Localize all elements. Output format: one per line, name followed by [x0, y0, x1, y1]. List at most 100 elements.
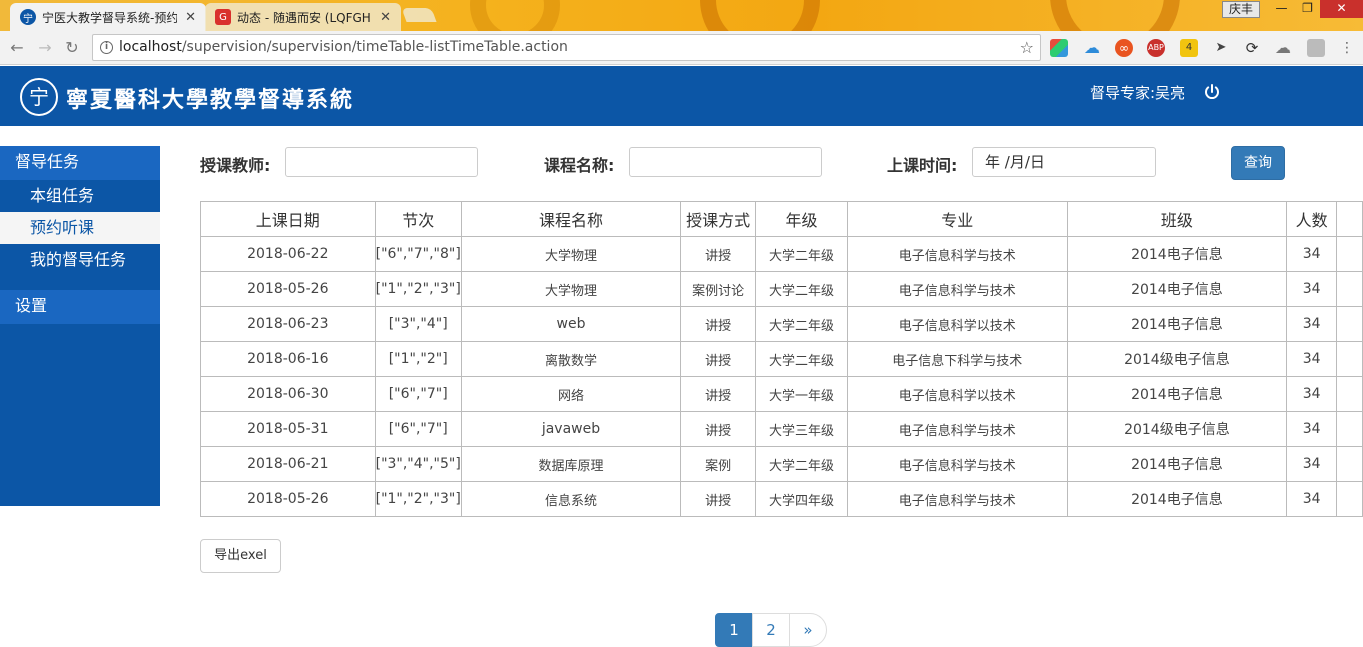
- header-action: [1336, 201, 1363, 237]
- cell-method: 讲授: [680, 376, 757, 412]
- cell-grade: 大学三年级: [755, 411, 848, 447]
- sidebar-group-supervision[interactable]: 督导任务: [0, 146, 160, 180]
- table-row[interactable]: 2018-06-23 ["3","4"] web 讲授 大学二年级 电子信息科学以技术 20…: [200, 306, 1363, 342]
- cell-period: ["3","4"]: [374, 306, 462, 342]
- cell-course: javaweb: [460, 411, 682, 447]
- cell-method: 案例: [680, 446, 757, 482]
- cell-date: 2018-06-23: [200, 306, 376, 342]
- teacher-input[interactable]: [285, 147, 478, 177]
- cell-class: 2014电子信息: [1066, 271, 1288, 307]
- cell-period: ["3","4","5"]: [374, 446, 462, 482]
- cell-action: [1336, 446, 1363, 482]
- cloud-extension-icon[interactable]: ☁: [1083, 39, 1101, 57]
- browser-toolbar: ← → ↻ i localhost/supervision/supervisio…: [0, 31, 1363, 65]
- adblock-icon[interactable]: ABP: [1147, 39, 1165, 57]
- cell-action: [1336, 411, 1363, 447]
- logout-power-icon[interactable]: [1204, 84, 1220, 100]
- table-row[interactable]: 2018-06-22 ["6","7","8"] 大学物理 讲授 大学二年级 电子信息科学…: [200, 236, 1363, 272]
- reload-icon[interactable]: ↻: [61, 37, 83, 59]
- cell-action: [1336, 271, 1363, 307]
- export-excel-button[interactable]: 导出exel: [200, 539, 281, 573]
- close-window-icon[interactable]: ✕: [1320, 0, 1363, 18]
- close-tab-icon[interactable]: ✕: [380, 10, 391, 25]
- header-major: 专业: [847, 201, 1068, 237]
- sidebar-item-group-tasks[interactable]: 本组任务: [0, 180, 160, 212]
- notes-extension-icon[interactable]: 4: [1180, 39, 1198, 57]
- browser-tab-strip: 宁 宁医大教学督导系统-预约 ✕ G 动态 - 随遇而安 (LQFGH ✕ 庆丰…: [0, 0, 1363, 31]
- menu-icon[interactable]: ⋮: [1338, 39, 1356, 57]
- new-tab-button[interactable]: [401, 8, 437, 22]
- address-bar[interactable]: i localhost/supervision/supervision/time…: [92, 34, 1041, 61]
- timetable-table: 上课日期 节次 课程名称 授课方式 年级 专业 班级 人数 2018-06-22…: [200, 201, 1363, 517]
- table-row[interactable]: 2018-06-21 ["3","4","5"] 数据库原理 案例 大学二年级 电子信息科…: [200, 446, 1363, 482]
- header-class: 班级: [1066, 201, 1288, 237]
- cell-count: 34: [1286, 481, 1338, 517]
- cell-major: 电子信息科学与技术: [847, 236, 1068, 272]
- cell-count: 34: [1286, 271, 1338, 307]
- header-grade: 年级: [755, 201, 848, 237]
- cell-date: 2018-05-26: [200, 271, 376, 307]
- table-row[interactable]: 2018-05-26 ["1","2","3"] 信息系统 讲授 大学四年级 电子信息科学…: [200, 481, 1363, 517]
- cursor-extension-icon[interactable]: ➤: [1212, 39, 1230, 57]
- next-page-button[interactable]: »: [789, 613, 827, 647]
- date-input[interactable]: 年 /月/日: [972, 147, 1156, 177]
- site-favicon-icon: 宁: [20, 9, 36, 25]
- restore-icon[interactable]: ❐: [1294, 0, 1321, 18]
- url-path: /supervision/supervision/timeTable-listT…: [181, 39, 568, 55]
- cell-method: 讲授: [680, 306, 757, 342]
- table-row[interactable]: 2018-06-16 ["1","2"] 离散数学 讲授 大学二年级 电子信息下科学与技术…: [200, 341, 1363, 377]
- browser-tab-1[interactable]: 宁 宁医大教学督导系统-预约 ✕: [10, 3, 206, 31]
- query-button[interactable]: 查询: [1231, 146, 1285, 180]
- refresh-extension-icon[interactable]: ⟳: [1243, 39, 1261, 57]
- minimize-icon[interactable]: —: [1268, 0, 1295, 18]
- sidebar-item-my-tasks[interactable]: 我的督导任务: [0, 244, 160, 276]
- decoration: [1050, 0, 1180, 31]
- app-title: 寧夏醫科大學教學督導系統: [66, 87, 355, 113]
- table-row[interactable]: 2018-05-31 ["6","7"] javaweb 讲授 大学三年级 电子信息科学与…: [200, 411, 1363, 447]
- cloud-icon[interactable]: ☁: [1274, 39, 1292, 57]
- cell-course: 大学物理: [460, 236, 682, 272]
- cell-period: ["1","2","3"]: [374, 271, 462, 307]
- close-tab-icon[interactable]: ✕: [185, 10, 196, 25]
- cell-major: 电子信息科学与技术: [847, 481, 1068, 517]
- course-input[interactable]: [629, 147, 822, 177]
- bookmark-star-icon[interactable]: ☆: [1020, 35, 1034, 60]
- forward-icon[interactable]: →: [34, 37, 56, 59]
- infinity-extension-icon[interactable]: ∞: [1115, 39, 1133, 57]
- cell-method: 讲授: [680, 341, 757, 377]
- cell-course: 数据库原理: [460, 446, 682, 482]
- cell-date: 2018-05-26: [200, 481, 376, 517]
- table-row[interactable]: 2018-06-30 ["6","7"] 网络 讲授 大学一年级 电子信息科学以技术 201…: [200, 376, 1363, 412]
- extension-icon[interactable]: [1307, 39, 1325, 57]
- cell-class: 2014级电子信息: [1066, 411, 1288, 447]
- cell-method: 讲授: [680, 411, 757, 447]
- sidebar: 督导任务 本组任务 预约听课 我的督导任务 设置: [0, 146, 160, 506]
- cell-class: 2014电子信息: [1066, 481, 1288, 517]
- header-count: 人数: [1286, 201, 1338, 237]
- info-icon[interactable]: i: [100, 41, 113, 54]
- cell-grade: 大学二年级: [755, 271, 848, 307]
- cell-grade: 大学二年级: [755, 306, 848, 342]
- header-date: 上课日期: [200, 201, 376, 237]
- sidebar-item-book-lecture[interactable]: 预约听课: [0, 212, 160, 244]
- table-row[interactable]: 2018-05-26 ["1","2","3"] 大学物理 案例讨论 大学二年级 电子信息…: [200, 271, 1363, 307]
- teacher-label: 授课教师:: [200, 156, 271, 175]
- extension-icon[interactable]: [1050, 39, 1068, 57]
- back-icon[interactable]: ←: [6, 37, 28, 59]
- cell-count: 34: [1286, 446, 1338, 482]
- cell-method: 讲授: [680, 236, 757, 272]
- browser-tab-2[interactable]: G 动态 - 随遇而安 (LQFGH ✕: [205, 3, 401, 31]
- cell-course: 网络: [460, 376, 682, 412]
- cell-class: 2014电子信息: [1066, 376, 1288, 412]
- cell-action: [1336, 306, 1363, 342]
- page-1-button[interactable]: 1: [715, 613, 753, 647]
- header-method: 授课方式: [680, 201, 757, 237]
- cell-method: 案例讨论: [680, 271, 757, 307]
- sidebar-group-settings[interactable]: 设置: [0, 290, 160, 324]
- cell-grade: 大学二年级: [755, 341, 848, 377]
- page-2-button[interactable]: 2: [752, 613, 790, 647]
- cell-method: 讲授: [680, 481, 757, 517]
- logo-icon: 宁: [20, 78, 58, 116]
- cell-grade: 大学二年级: [755, 446, 848, 482]
